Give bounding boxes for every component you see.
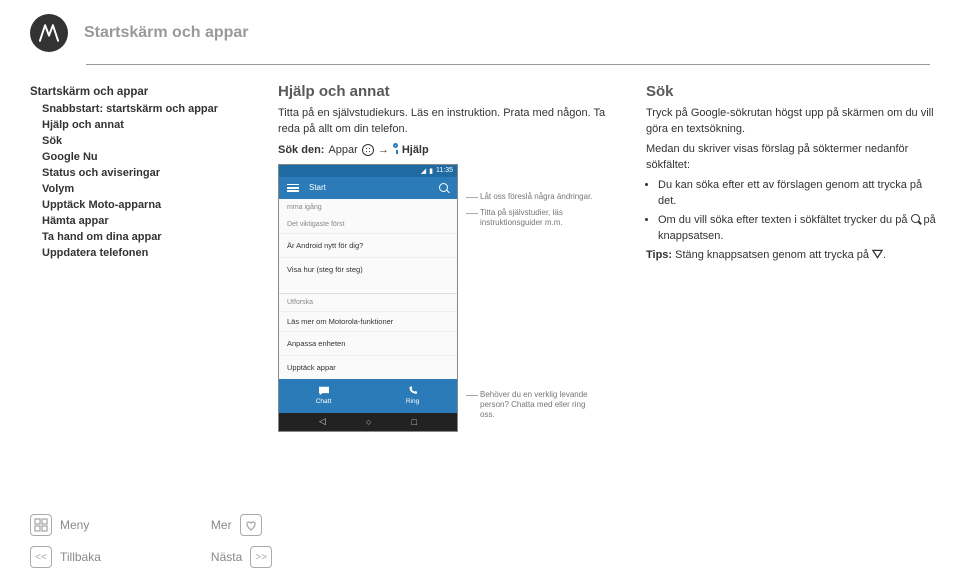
sidebar-item-googlenu[interactable]: Google Nu [30,149,260,165]
tips-label: Tips: [646,249,672,261]
sidebar-item-status[interactable]: Status och aviseringar [30,165,260,181]
chat-icon [318,386,330,396]
sidebar-item-hamta[interactable]: Hämta appar [30,213,260,229]
right-p2: Medan du skriver visas förslag på sökter… [646,142,942,174]
path-hjalp: Hjälp [402,144,429,156]
footer-nav: Meny << Tillbaka Mer Nästa >> [30,514,272,568]
footer-mer[interactable]: Mer [211,518,232,532]
phone-row-small1: mma igång [279,199,457,216]
phone-row-anpassa[interactable]: Anpassa enheten [279,331,457,355]
phone-section-utforska: Utforska [279,293,457,311]
menu-icon[interactable] [30,514,52,536]
footer-nasta[interactable]: Nästa [211,550,242,564]
apps-icon [362,144,374,156]
right-heading: Sök [646,83,942,100]
heart-icon[interactable] [240,514,262,536]
footer-meny[interactable]: Meny [60,518,89,532]
battery-icon: ▮ [429,167,433,175]
page-title: Startskärm och appar [84,24,249,42]
sidebar-item-sok[interactable]: Sök [30,133,260,149]
ring-label: Ring [406,398,419,405]
phone-row-upptack[interactable]: Upptäck appar [279,355,457,379]
chat-label: Chatt [316,398,332,405]
action-ring[interactable]: Ring [368,379,457,413]
sidebar-item-uppdatera[interactable]: Uppdatera telefonen [30,245,260,261]
nav-home-icon[interactable]: ○ [366,417,371,427]
callout-3: Behöver du en verklig levande person? Ch… [480,390,596,420]
phone-row-android[interactable]: Är Android nytt för dig? [279,233,457,257]
phone-callouts: Låt oss föreslå några ändringar. Titta p… [466,164,596,432]
sidebar: Startskärm och appar Snabbstart: startsk… [30,83,260,432]
bullet-1: Du kan söka efter ett av förslagen genom… [658,178,942,210]
phone-statusbar: ◢ ▮ 11:35 [279,165,457,177]
phone-row-visa[interactable]: Visa hur (steg för steg) [279,257,457,281]
motorola-logo [30,14,68,52]
signal-icon: ◢ [421,167,426,175]
hamburger-icon[interactable] [287,184,299,192]
back-icon[interactable]: << [30,546,52,568]
search-inline-icon [911,214,921,224]
search-icon[interactable] [439,183,449,193]
sidebar-item-snabbstart[interactable]: Snabbstart: startskärm och appar [30,101,260,117]
nav-recent-icon[interactable]: □ [412,417,417,427]
phone-mockup: ◢ ▮ 11:35 Start mma igång Det viktigaste… [278,164,458,432]
sokden-label: Sök den: [278,144,324,156]
sidebar-item-moto[interactable]: Upptäck Moto-apparna [30,197,260,213]
phone-row-motorola[interactable]: Läs mer om Motorola-funktioner [279,311,457,331]
callout-1: Låt oss föreslå några ändringar. [480,192,593,202]
phone-icon [407,386,419,396]
bullet-2: Om du vill söka efter texten i sökfältet… [658,213,942,245]
phone-time: 11:35 [436,167,453,174]
footer-tillbaka[interactable]: Tillbaka [60,550,101,564]
sidebar-item-volym[interactable]: Volym [30,181,260,197]
callout-2: Titta på självstudier, läs instruktionsg… [480,208,596,228]
tips-text: Stäng knappsatsen genom att trycka på [672,249,872,261]
next-icon[interactable]: >> [250,546,272,568]
phone-row-small2: Det viktigaste först [279,216,457,233]
middle-paragraph: Titta på en självstudiekurs. Läs en inst… [278,106,628,138]
path-appar: Appar [328,144,357,156]
phone-appbar: Start [279,177,457,199]
bullet-2a: Om du vill söka efter texten i sökfältet… [658,214,911,226]
sidebar-item-tahand[interactable]: Ta hand om dina appar [30,229,260,245]
nav-back-icon[interactable]: ◁ [319,416,326,427]
right-p1: Tryck på Google-sökrutan högst upp på sk… [646,106,942,138]
action-chat[interactable]: Chatt [279,379,368,413]
appbar-title: Start [309,183,326,192]
down-triangle-icon [872,249,883,265]
help-icon [393,143,398,148]
sidebar-heading[interactable]: Startskärm och appar [30,83,260,101]
middle-heading: Hjälp och annat [278,83,628,100]
phone-navbar: ◁ ○ □ [279,413,457,431]
arrow-right-icon: → [378,144,389,156]
tips-line: Tips: Stäng knappsatsen genom att trycka… [646,248,942,264]
navigation-path: Sök den: Appar → Hjälp [278,144,628,156]
sidebar-item-hjalp[interactable]: Hjälp och annat [30,117,260,133]
phone-bottom-actions: Chatt Ring [279,379,457,413]
